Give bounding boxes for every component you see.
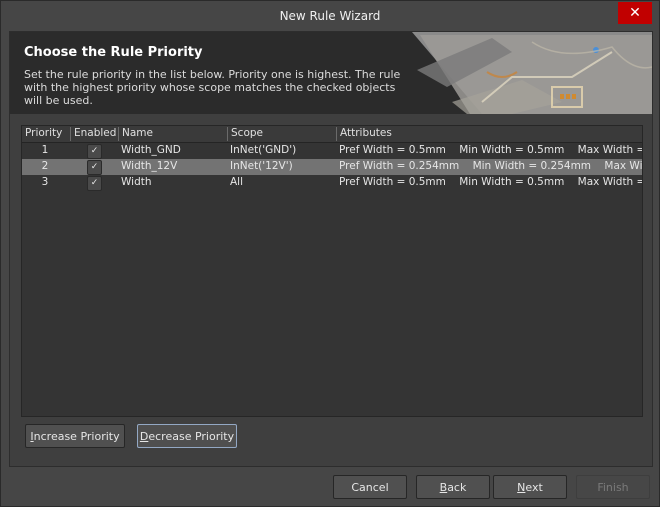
button-label: ncrease Priority <box>33 430 120 443</box>
row-scope: InNet('12V') <box>230 160 293 172</box>
table-row[interactable]: 1 ✓ Width_GND InNet('GND') Pref Width = … <box>22 143 642 159</box>
row-priority: 1 <box>41 144 49 156</box>
row-attributes: Pref Width = 0.5mm Min Width = 0.5mm Max… <box>339 144 642 156</box>
column-header-priority[interactable]: Priority <box>22 127 70 141</box>
row-priority: 2 <box>41 160 49 172</box>
enabled-checkbox[interactable]: ✓ <box>87 144 102 159</box>
window-title: New Rule Wizard <box>279 9 381 23</box>
row-name: Width_12V <box>121 160 178 172</box>
enabled-checkbox[interactable]: ✓ <box>87 160 102 175</box>
row-scope: InNet('GND') <box>230 144 297 156</box>
header-banner: Choose the Rule Priority Set the rule pr… <box>10 32 652 114</box>
column-header-name[interactable]: Name <box>118 127 227 141</box>
grid-header: Priority Enabled Name Scope Attributes <box>22 126 642 143</box>
table-row-selected[interactable]: 2 ✓ Width_12V InNet('12V') Pref Width = … <box>22 159 642 175</box>
page-title: Choose the Rule Priority <box>24 45 203 60</box>
pcb-banner-image <box>412 32 652 114</box>
check-icon: ✓ <box>90 162 99 172</box>
back-button[interactable]: Back <box>416 475 490 499</box>
column-header-attributes[interactable]: Attributes <box>336 127 640 141</box>
new-rule-wizard-dialog: New Rule Wizard ✕ Choose the Rule Priori… <box>0 0 660 507</box>
decrease-priority-button[interactable]: Decrease Priority <box>137 424 237 448</box>
enabled-checkbox[interactable]: ✓ <box>87 176 102 191</box>
increase-priority-button[interactable]: Increase Priority <box>25 424 125 448</box>
title-bar: New Rule Wizard ✕ <box>1 1 659 31</box>
cancel-button[interactable]: Cancel <box>333 475 407 499</box>
row-name: Width_GND <box>121 144 181 156</box>
check-icon: ✓ <box>90 146 99 156</box>
next-button[interactable]: Next <box>493 475 567 499</box>
finish-button[interactable]: Finish <box>576 475 650 499</box>
button-label: ext <box>525 481 543 494</box>
column-header-scope[interactable]: Scope <box>227 127 336 141</box>
close-icon: ✕ <box>629 5 641 21</box>
close-button[interactable]: ✕ <box>618 2 652 24</box>
row-priority: 3 <box>41 176 49 188</box>
row-attributes: Pref Width = 0.254mm Min Width = 0.254mm… <box>339 160 642 172</box>
row-attributes: Pref Width = 0.5mm Min Width = 0.5mm Max… <box>339 176 642 188</box>
table-row[interactable]: 3 ✓ Width All Pref Width = 0.5mm Min Wid… <box>22 175 642 191</box>
page-description: Set the rule priority in the list below.… <box>24 68 401 107</box>
row-name: Width <box>121 176 152 188</box>
rule-priority-grid[interactable]: Priority Enabled Name Scope Attributes 1… <box>21 125 643 417</box>
column-header-enabled[interactable]: Enabled <box>70 127 119 141</box>
button-label: ack <box>447 481 467 494</box>
button-label: ecrease Priority <box>148 430 235 443</box>
check-icon: ✓ <box>90 178 99 188</box>
wizard-content: Choose the Rule Priority Set the rule pr… <box>9 31 653 467</box>
row-scope: All <box>230 176 244 188</box>
